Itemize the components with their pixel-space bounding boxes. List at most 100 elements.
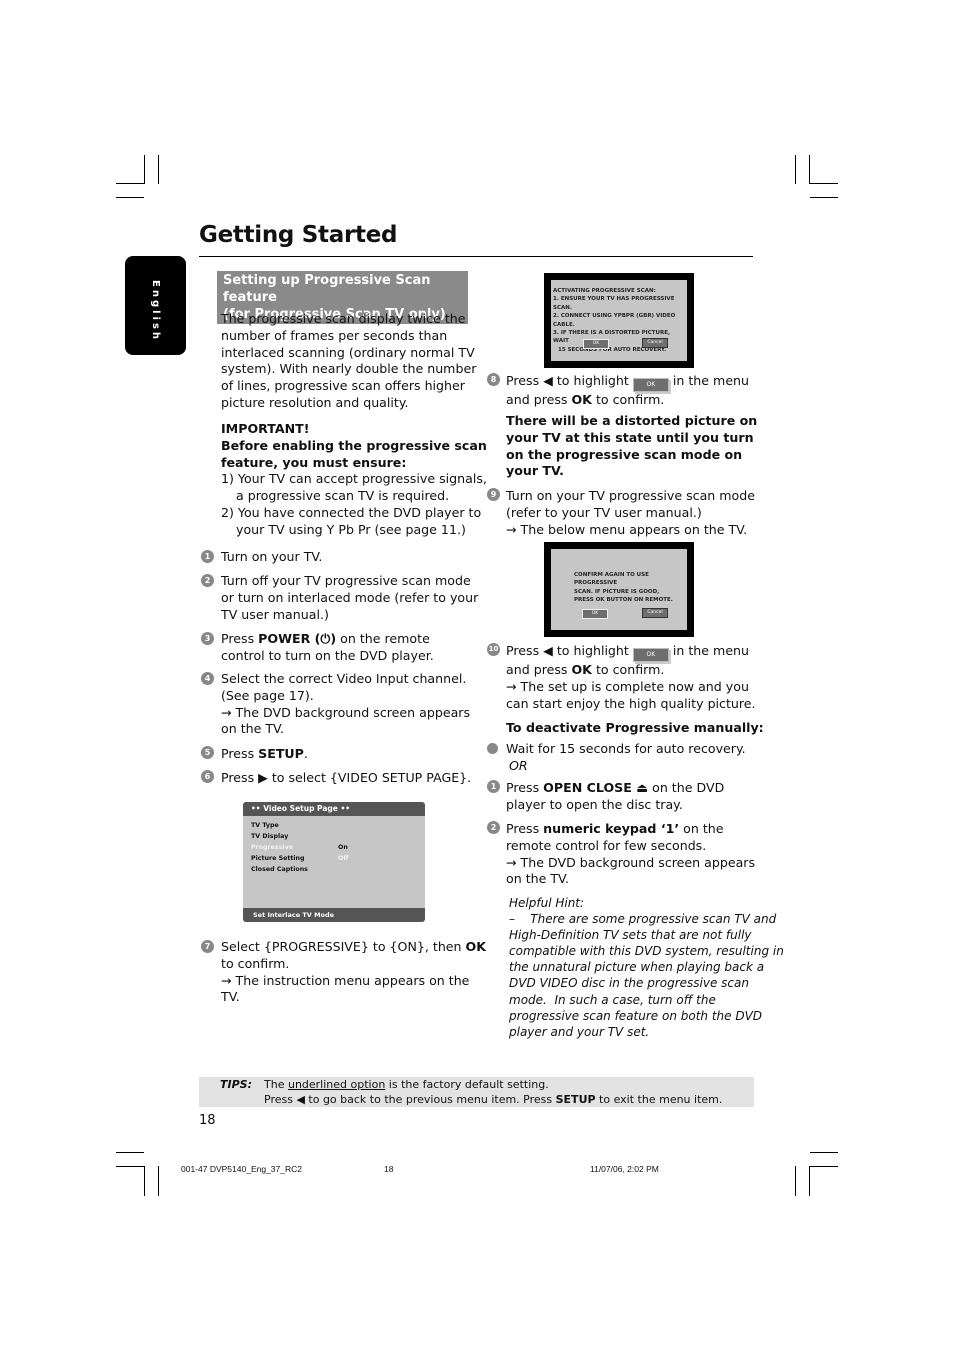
step-number-badge: 10 [487, 643, 500, 656]
crop-mark [809, 155, 810, 184]
text: Press [506, 780, 544, 795]
text-line: PRESS OK BUTTON ON REMOTE. [574, 597, 673, 604]
text: Select {PROGRESSIVE} to {ON}, then [221, 939, 466, 954]
step-number-badge: 4 [201, 672, 214, 685]
important-item: your TV using Y Pb Pr (see page 11.) [236, 521, 466, 537]
video-setup-menu: •• Video Setup Page •• TV Type TV Displa… [243, 802, 425, 922]
text-line: on the progressive scan mode on [506, 446, 743, 462]
text-line: on the TV. [221, 721, 285, 737]
text: and press [506, 662, 572, 677]
tv-screen-area: CONFIRM AGAIN TO USE PROGRESSIVE SCAN. I… [551, 549, 687, 630]
text-line: the unnatural picture when playing back … [509, 960, 765, 975]
text-line: (See page 17). [221, 687, 314, 703]
title-rule [199, 256, 753, 257]
text-line: compatible with this DVD system, resulti… [509, 944, 784, 959]
important-item: a progressive scan TV is required. [236, 488, 450, 504]
important-item: 2) You have connected the DVD player to [221, 504, 482, 520]
text: Press ◀ to highlight [506, 373, 629, 388]
text: Press ▶ to select {VIDEO SETUP PAGE}. [221, 770, 472, 785]
text-line: to confirm. [221, 955, 290, 971]
text: to confirm. [591, 392, 665, 407]
text: on the remote [336, 631, 430, 646]
text-line: The progressive scan display twice the [221, 311, 466, 326]
text-line: DVD VIDEO disc in the progressive scan [509, 976, 749, 991]
text-line: Wait for 15 seconds for auto recovery. [506, 741, 746, 756]
text: Press ◀ to go back to the previous menu … [264, 1093, 556, 1106]
text: The [264, 1078, 288, 1091]
auto-recovery-bullet: Wait for 15 seconds for auto recovery. O… [506, 741, 746, 775]
text: on the [679, 821, 724, 836]
tv-ok-button: OK [583, 339, 609, 349]
menu-item-picture-setting: Picture Setting [251, 855, 305, 862]
crop-mark [810, 183, 838, 184]
text-line: Turn off your TV progressive scan mode [221, 573, 471, 588]
important-lead: Before enabling the progressive scan [221, 437, 487, 453]
step-7: Select {PROGRESSIVE} to {ON}, then OK to… [221, 939, 486, 1006]
text-line: your TV. [506, 463, 564, 479]
text-line: progressive scan feature on both the DVD [509, 1008, 763, 1023]
setup-key-label: SETUP [555, 1093, 596, 1106]
language-tab-label: English [150, 280, 161, 343]
bullet-icon [487, 743, 498, 754]
tv-screen-activating: ACTIVATING PROGRESSIVE SCAN: 1. ENSURE Y… [544, 273, 694, 368]
section-heading-line: Setting up Progressive Scan feature [223, 273, 431, 305]
text: in the menu [672, 643, 750, 658]
crop-mark [158, 155, 159, 184]
text-line: – There are some progressive scan TV and [509, 912, 777, 927]
text-line: TV. [221, 989, 240, 1005]
text-line: → The instruction menu appears on the [221, 972, 470, 988]
text-line: SCAN. IF PICTURE IS GOOD, [574, 588, 660, 595]
ok-key-label: OK [571, 662, 592, 677]
tips-bar: TIPS: The underlined option is the facto… [199, 1077, 754, 1107]
text-line: or turn on interlaced mode (refer to you… [221, 589, 479, 605]
intro-paragraph: The progressive scan display twice the n… [221, 311, 476, 412]
text: and press [506, 392, 572, 407]
crop-mark [795, 155, 796, 184]
deactivate-step-1: Press OPEN CLOSE ⏏ on the DVD player to … [506, 780, 724, 814]
text-line: control to turn on the DVD player. [221, 647, 434, 663]
text-line: interlaced scanning (ordinary normal TV [221, 344, 475, 360]
step-number-badge: 5 [201, 746, 214, 759]
text-line: your TV at this state until you turn [506, 429, 754, 445]
crop-mark [809, 1166, 810, 1196]
crop-mark [810, 197, 838, 198]
ok-highlight-button: OK [632, 378, 669, 392]
step-number-badge: 7 [201, 940, 214, 953]
distorted-picture-warning: There will be a distorted picture on you… [506, 413, 757, 480]
step-number-badge: 1 [487, 780, 500, 793]
ok-key-label: OK [571, 392, 592, 407]
text: in the menu [672, 373, 750, 388]
crop-mark [116, 183, 144, 184]
menu-item-closed-captions: Closed Captions [251, 866, 308, 873]
crop-mark [116, 197, 144, 198]
deactivate-heading: To deactivate Progressive manually: [506, 720, 764, 735]
text-line: High-Definition TV sets that are not ful… [509, 928, 752, 943]
menu-item-tv-type: TV Type [251, 822, 279, 829]
tv-screen-area: ACTIVATING PROGRESSIVE SCAN: 1. ENSURE Y… [551, 280, 687, 361]
text-line: Turn on your TV. [221, 549, 323, 564]
page-number: 18 [199, 1113, 216, 1128]
crop-mark [144, 155, 145, 184]
text-line: → The below menu appears on the TV. [506, 521, 748, 537]
important-item: 1) Your TV can accept progressive signal… [221, 471, 487, 487]
hint-title: Helpful Hint: [509, 896, 585, 910]
numeric-keypad-label: numeric keypad ‘1’ [543, 821, 680, 836]
text: Press ◀ to highlight [506, 643, 629, 658]
text-line: player and your TV set. [509, 1024, 650, 1039]
crop-mark [116, 1166, 144, 1167]
text: . [303, 746, 308, 761]
step-number-badge: 8 [487, 373, 500, 386]
tips-line-1: The underlined option is the factory def… [264, 1078, 549, 1091]
important-lead: feature, you must ensure: [221, 454, 407, 470]
step-number-badge: 2 [201, 574, 214, 587]
text-line: mode. In such a case, turn off the [509, 992, 716, 1007]
menu-footer: Set Interlace TV Mode [243, 908, 425, 922]
step-number-badge: 1 [201, 550, 214, 563]
step-number-badge: 2 [487, 821, 500, 834]
step-number-badge: 9 [487, 488, 500, 501]
helpful-hint: Helpful Hint: – There are some progressi… [509, 895, 784, 1040]
option-off: Off [338, 855, 349, 862]
step-8: Press ◀ to highlight OK in the menu and … [506, 373, 749, 409]
crop-mark [116, 1152, 144, 1153]
text-line: → The DVD background screen appears [221, 704, 471, 720]
